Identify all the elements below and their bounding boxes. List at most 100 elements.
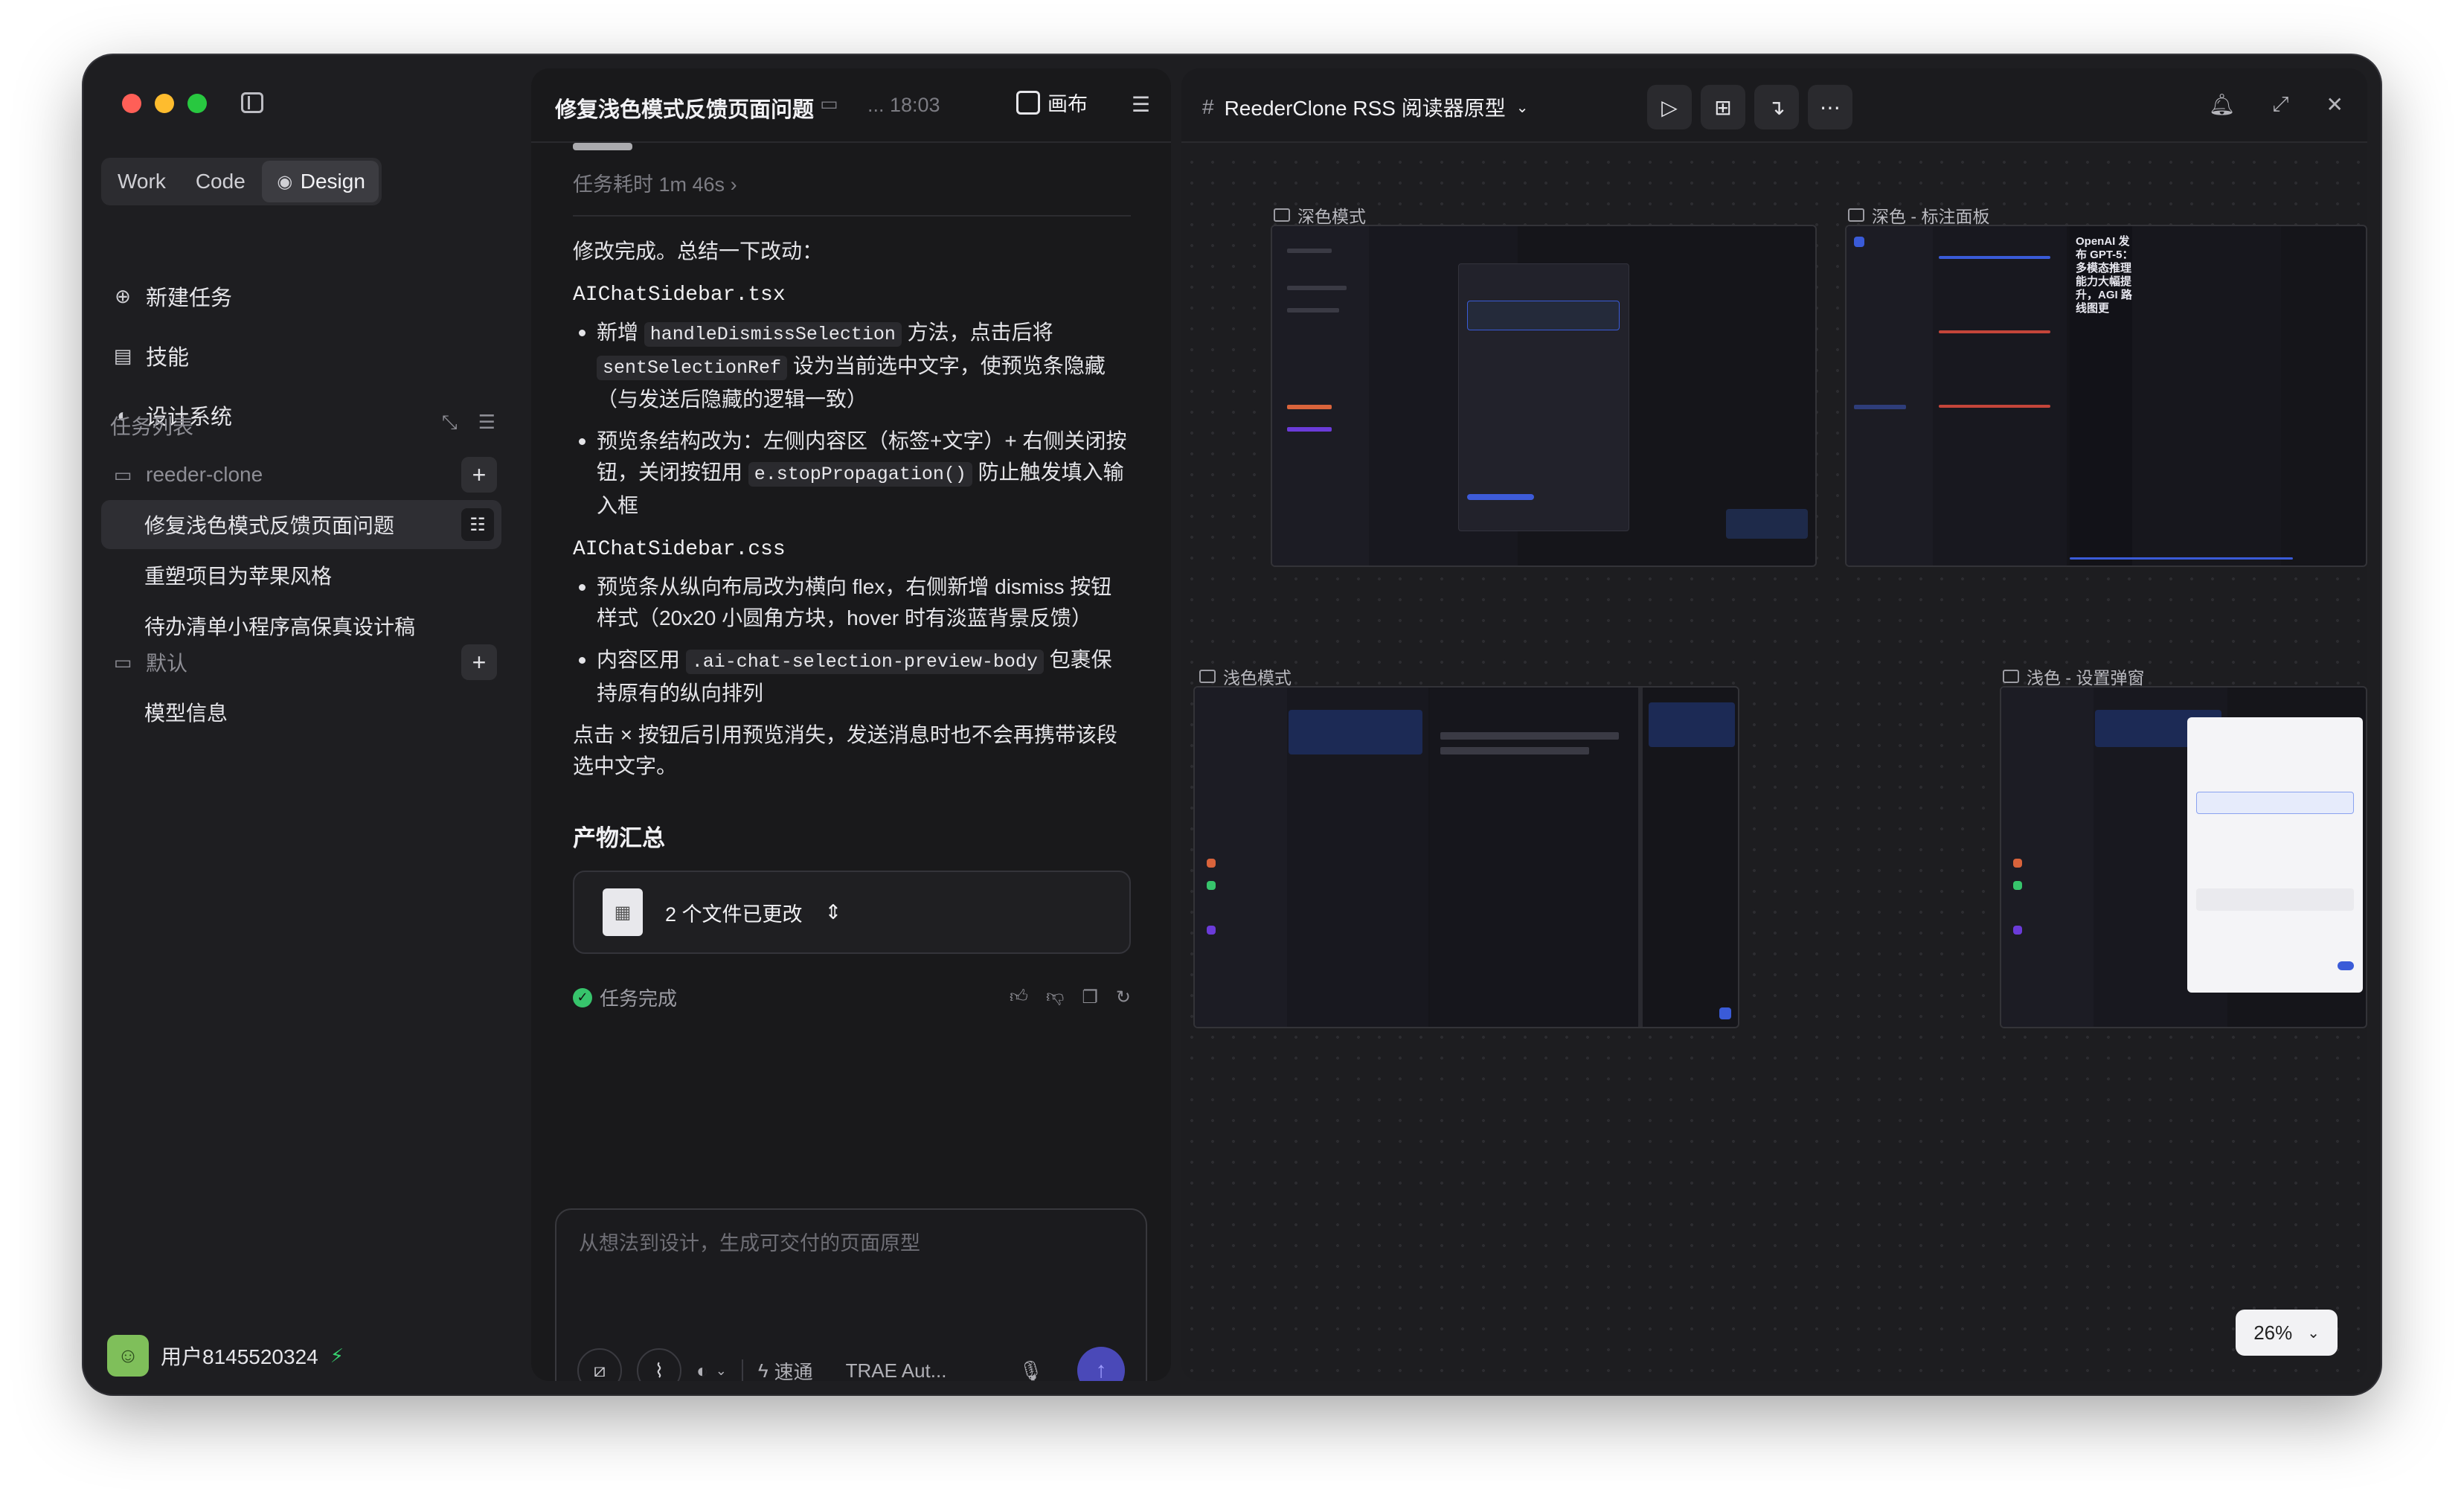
file-heading-css: AIChatSidebar.css — [573, 538, 786, 561]
play-icon[interactable]: ▷ — [1647, 85, 1692, 129]
book-icon: ▤ — [113, 344, 132, 367]
folder-icon: ▭ — [113, 650, 132, 673]
task-item-model-info[interactable]: 模型信息 — [101, 688, 501, 737]
chevron-down-icon: ⌄ — [715, 1362, 727, 1378]
artboard-dark-mode[interactable] — [1271, 225, 1817, 567]
folder-icon[interactable]: ▭ — [820, 92, 838, 115]
speed-mode-toggle[interactable]: ϟ 速通 — [758, 1357, 813, 1382]
microphone-icon[interactable]: 🎙︎ — [1018, 1359, 1043, 1382]
chat-panel: 修复浅色模式反馈页面问题 ▭ ... 18:03 画布 ☰ 任务耗时 1m 46… — [531, 68, 1171, 1381]
annotation-headline: OpenAI 发布 GPT-5：多模态推理能力大幅提升，AGI 路线图更 — [2076, 235, 2134, 315]
nav-skills[interactable]: ▤ 技能 — [110, 335, 189, 376]
connect-icon[interactable]: ↴ — [1754, 85, 1799, 129]
thumbs-up-icon[interactable]: 👍︎ — [1010, 987, 1028, 1008]
send-button[interactable]: ↑ — [1077, 1347, 1125, 1381]
more-icon[interactable]: ⋯ — [1808, 85, 1852, 129]
attach-icon[interactable]: ⌇ — [637, 1348, 681, 1381]
chat-time: ... 18:03 — [867, 94, 940, 116]
add-task-button[interactable]: + — [461, 457, 497, 493]
list-item: 内容区用 .ai-chat-selection-preview-body 包裹保… — [573, 644, 1131, 709]
lightning-icon: ϟ — [757, 1359, 769, 1382]
list-item: 新增 handleDismissSelection 方法，点击后将 sentSe… — [573, 317, 1131, 415]
artboard-light-settings[interactable] — [2000, 686, 2367, 1028]
artboard-label-dark-annotation[interactable]: 深色 - 标注面板 — [1848, 202, 1989, 228]
filter-icon[interactable]: ☰ — [478, 411, 495, 435]
collapse-icon[interactable]: ⤡ — [442, 411, 458, 435]
sidebar: Work Code ◉ Design ⊕ 新建任务 ▤ 技能 ◐ 设计系统 任务列表 ⤡… — [83, 55, 522, 1394]
copy-icon[interactable]: ❐ — [1082, 987, 1098, 1008]
task-list-tools: ⤡ ☰ — [442, 411, 495, 435]
tsx-changes-list: 新增 handleDismissSelection 方法，点击后将 sentSe… — [573, 317, 1131, 522]
canvas-icon — [1016, 90, 1040, 115]
mode-tab-design[interactable]: ◉ Design — [261, 161, 379, 202]
task-duration[interactable]: 任务耗时 1m 46s › — [573, 168, 1131, 217]
app-window: Work Code ◉ Design ⊕ 新建任务 ▤ 技能 ◐ 设计系统 任务列表 ⤡… — [83, 55, 2381, 1394]
mode-tab-work[interactable]: Work — [104, 161, 179, 202]
artboard-icon — [2003, 670, 2019, 683]
canvas-button[interactable]: 画布 — [1016, 88, 1088, 117]
nav-new-task[interactable]: ⊕ 新建任务 — [110, 275, 232, 317]
sidebar-toggle-icon[interactable] — [241, 92, 263, 113]
model-selector[interactable]: TRAE Aut... — [846, 1359, 947, 1382]
zoom-selector[interactable]: 26% ⌄ — [2236, 1310, 2338, 1356]
bell-icon[interactable]: 🔔︎ — [2209, 92, 2236, 117]
canvas-header: # ReederClone RSS 阅读器原型 ⌄ ▷ ⊞ ↴ ⋯ 🔔︎ ⤢ ✕ — [1181, 68, 2367, 143]
add-task-button[interactable]: + — [461, 644, 497, 680]
artboard-label-dark[interactable]: 深色模式 — [1274, 202, 1366, 228]
components-icon[interactable]: ⊞ — [1701, 85, 1745, 129]
new-task-icon: ⊕ — [115, 284, 131, 307]
files-changed-card[interactable]: ▦ 2 个文件已更改 ⇕ — [573, 871, 1131, 954]
thumbs-down-icon[interactable]: 👎︎ — [1046, 987, 1064, 1008]
mode-tabs: Work Code ◉ Design — [101, 158, 382, 205]
frame-icon: # — [1202, 95, 1214, 118]
outline-icon[interactable]: ☰ — [1132, 92, 1150, 117]
canvas-panel: # ReederClone RSS 阅读器原型 ⌄ ▷ ⊞ ↴ ⋯ 🔔︎ ⤢ ✕… — [1181, 68, 2367, 1381]
task-complete-status: ✓ 任务完成 — [573, 984, 677, 1011]
composer-input[interactable] — [579, 1232, 1114, 1255]
task-item-apple-style[interactable]: 重塑项目为苹果风格 — [101, 551, 501, 600]
palette-icon: ◉ — [277, 171, 293, 192]
artboard-icon — [1848, 208, 1864, 222]
artboard-label-light-settings[interactable]: 浅色 - 设置弹窗 — [2003, 664, 2144, 689]
artboard-icon — [1274, 208, 1290, 222]
folder-reeder-clone[interactable]: ▭ reeder-clone + — [110, 455, 497, 494]
task-list-icon[interactable]: ☷ — [461, 508, 494, 541]
chevron-right-icon: › — [730, 173, 737, 196]
summary-text: 修改完成。总结一下改动： — [573, 240, 824, 263]
divider — [741, 1359, 743, 1381]
task-list-label: 任务列表 — [110, 415, 194, 438]
folder-default[interactable]: ▭ 默认 + — [110, 643, 497, 682]
mode-tab-code[interactable]: Code — [182, 161, 259, 202]
panel-controls: 🔔︎ ⤢ ✕ — [2209, 92, 2343, 117]
folder-icon: ▭ — [113, 463, 132, 486]
retry-icon[interactable]: ↻ — [1116, 987, 1131, 1008]
avatar: ☺ — [107, 1335, 149, 1377]
slash-command-icon[interactable]: ⧄ — [577, 1348, 622, 1381]
status-row: ✓ 任务完成 👍︎ 👎︎ ❐ ↻ — [573, 984, 1131, 1011]
design-mode-icon: ◐ — [696, 1359, 708, 1382]
cut-off-text — [573, 143, 632, 150]
close-icon[interactable]: ✕ — [2326, 92, 2343, 117]
task-item-fix-light-mode[interactable]: 修复浅色模式反馈页面问题 ☷ — [101, 500, 501, 549]
artboard-light-mode[interactable] — [1193, 686, 1739, 1028]
artifacts-title: 产物汇总 — [573, 825, 665, 851]
artboard-label-light[interactable]: 浅色模式 — [1199, 664, 1292, 689]
lightning-icon: ⚡ — [330, 1344, 344, 1367]
artboard-dark-annotation[interactable]: OpenAI 发布 GPT-5：多模态推理能力大幅提升，AGI 路线图更 — [1845, 225, 2367, 567]
user-profile[interactable]: ☺ 用户8145520324 ⚡ — [107, 1335, 344, 1377]
chevron-down-icon: ⌄ — [2307, 1324, 2320, 1342]
design-mode-dropdown[interactable]: ◐ ⌄ — [696, 1359, 727, 1382]
list-item: 预览条结构改为：左侧内容区（标签+文字）+ 右侧关闭按钮，关闭按钮用 e.sto… — [573, 426, 1131, 522]
zoom-window-button[interactable] — [187, 94, 207, 113]
file-heading-tsx: AIChatSidebar.tsx — [573, 283, 786, 307]
document-icon: ▦ — [603, 888, 643, 936]
traffic-lights — [122, 94, 207, 113]
artboard-icon — [1199, 670, 1216, 683]
expand-icon[interactable]: ⤢ — [2272, 92, 2288, 117]
chevron-down-icon: ⌄ — [1515, 99, 1529, 116]
minimize-window-button[interactable] — [155, 94, 174, 113]
expand-icon: ⇕ — [824, 900, 842, 923]
check-icon: ✓ — [573, 987, 592, 1007]
close-window-button[interactable] — [122, 94, 141, 113]
project-selector[interactable]: # ReederClone RSS 阅读器原型 ⌄ — [1202, 92, 1528, 122]
